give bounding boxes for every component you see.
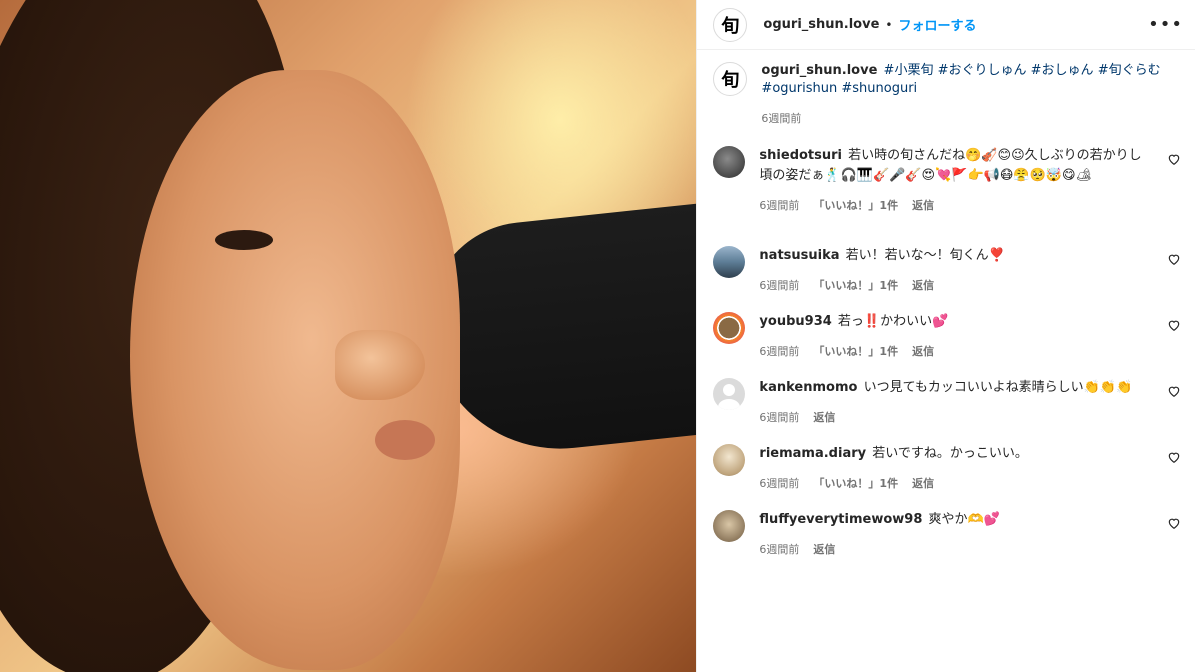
reply-button[interactable]: 返信 <box>813 408 835 428</box>
comment-body: fluffyeverytimewow98 爽やか🫶💕 6週間前 返信 <box>759 510 1147 560</box>
avatar[interactable] <box>713 146 746 178</box>
comment-time: 6週間前 <box>759 477 800 490</box>
hashtag[interactable]: #旬ぐらむ <box>1098 63 1161 78</box>
comment-text: 若いですね。かっこいい。 <box>872 446 1028 461</box>
like-heart-icon[interactable] <box>1167 152 1181 166</box>
default-avatar-icon <box>718 384 741 410</box>
comment-time: 6週間前 <box>759 543 800 556</box>
comment-meta: 6週間前 返信 <box>759 408 1147 428</box>
comment-text: いつ見てもカッコいいよね素晴らしい👏👏👏 <box>863 380 1133 395</box>
avatar[interactable] <box>713 378 746 410</box>
avatar[interactable] <box>713 246 746 278</box>
like-heart-icon[interactable] <box>1167 252 1181 266</box>
hashtag[interactable]: #ogurishun <box>761 81 837 96</box>
comment-body: youbu934 若っ‼️かわいい💕 6週間前 「いいね！」1件 返信 <box>759 312 1147 362</box>
comment-username[interactable]: riemama.diary <box>759 446 866 461</box>
avatar-char: 旬 <box>721 70 740 91</box>
hashtag[interactable]: #小栗旬 <box>884 63 934 78</box>
account-avatar[interactable]: 旬 <box>713 7 748 42</box>
photo-lip <box>375 420 435 460</box>
post-photo[interactable] <box>0 0 697 672</box>
avatar-char: 旬 <box>721 15 740 37</box>
reply-button[interactable]: 返信 <box>912 276 934 296</box>
comment-time: 6週間前 <box>759 411 800 424</box>
photo-arm <box>418 198 697 462</box>
comment-time: 6週間前 <box>759 199 800 212</box>
comment-item: kankenmomo いつ見てもカッコいいよね素晴らしい👏👏👏 6週間前 返信 <box>713 378 1183 428</box>
header-username[interactable]: oguri_shun.love <box>763 17 879 32</box>
hashtag[interactable]: #おぐりしゅん <box>938 63 1027 78</box>
hashtag[interactable]: #shunoguri <box>841 81 917 96</box>
comments-list[interactable]: 旬 oguri_shun.love #小栗旬 #おぐりしゅん #おしゅん #旬ぐ… <box>697 50 1195 672</box>
comment-body: riemama.diary 若いですね。かっこいい。 6週間前 「いいね！」1件… <box>759 444 1147 494</box>
hashtag[interactable]: #おしゅん <box>1031 63 1094 78</box>
comment-username[interactable]: kankenmomo <box>759 380 857 395</box>
caption-time: 6週間前 <box>761 112 802 125</box>
comment-body: kankenmomo いつ見てもカッコいいよね素晴らしい👏👏👏 6週間前 返信 <box>759 378 1147 428</box>
reply-button[interactable]: 返信 <box>813 540 835 560</box>
post-caption: 旬 oguri_shun.love #小栗旬 #おぐりしゅん #おしゅん #旬ぐ… <box>713 62 1165 128</box>
comment-body: natsusuika 若い！若いな〜！旬くん❣️ 6週間前 「いいね！」1件 返… <box>759 246 1147 296</box>
photo-eye <box>215 230 273 250</box>
comment-time: 6週間前 <box>759 345 800 358</box>
caption-body: oguri_shun.love #小栗旬 #おぐりしゅん #おしゅん #旬ぐらむ… <box>761 62 1165 128</box>
comment-likes[interactable]: 「いいね！」1件 <box>813 276 898 296</box>
comment-likes[interactable]: 「いいね！」1件 <box>813 196 898 216</box>
avatar[interactable] <box>713 444 746 476</box>
like-heart-icon[interactable] <box>1167 318 1181 332</box>
comment-item: natsusuika 若い！若いな〜！旬くん❣️ 6週間前 「いいね！」1件 返… <box>713 246 1183 296</box>
comment-time: 6週間前 <box>759 279 800 292</box>
avatar[interactable] <box>713 312 746 344</box>
comment-username[interactable]: shiedotsuri <box>759 148 842 163</box>
comment-body: shiedotsuri 若い時の旬さんだね🤭🎻😊😉久しぶりの若かりし頃の姿だぁ🕺… <box>759 146 1147 216</box>
comment-item: youbu934 若っ‼️かわいい💕 6週間前 「いいね！」1件 返信 <box>713 312 1183 362</box>
comment-text: 若っ‼️かわいい💕 <box>837 314 949 329</box>
comment-meta: 6週間前 「いいね！」1件 返信 <box>759 342 1147 362</box>
comment-meta: 6週間前 「いいね！」1件 返信 <box>759 276 1147 296</box>
like-heart-icon[interactable] <box>1167 384 1181 398</box>
comment-username[interactable]: youbu934 <box>759 314 831 329</box>
comment-item: shiedotsuri 若い時の旬さんだね🤭🎻😊😉久しぶりの若かりし頃の姿だぁ🕺… <box>713 146 1183 216</box>
comment-username[interactable]: natsusuika <box>759 248 839 263</box>
comment-meta: 6週間前 返信 <box>759 540 1147 560</box>
caption-avatar[interactable]: 旬 <box>713 62 748 96</box>
comment-likes[interactable]: 「いいね！」1件 <box>813 342 898 362</box>
photo-nose <box>335 330 425 400</box>
reply-button[interactable]: 返信 <box>912 342 934 362</box>
separator-dot: • <box>885 17 893 32</box>
comment-text: 若い！若いな〜！旬くん❣️ <box>845 248 1005 263</box>
post-header: 旬 oguri_shun.love • フォローする ••• <box>697 0 1195 50</box>
reply-button[interactable]: 返信 <box>912 196 934 216</box>
more-options-icon[interactable]: ••• <box>1148 14 1183 35</box>
comment-meta: 6週間前 「いいね！」1件 返信 <box>759 474 1147 494</box>
follow-button[interactable]: フォローする <box>898 15 976 34</box>
comment-text: 爽やか🫶💕 <box>928 512 1000 527</box>
like-heart-icon[interactable] <box>1167 516 1181 530</box>
avatar[interactable] <box>713 510 746 542</box>
comment-item: riemama.diary 若いですね。かっこいい。 6週間前 「いいね！」1件… <box>713 444 1183 494</box>
comment-meta: 6週間前 「いいね！」1件 返信 <box>759 196 1147 216</box>
comment-username[interactable]: fluffyeverytimewow98 <box>759 512 922 527</box>
post-panel: 旬 oguri_shun.love • フォローする ••• 旬 oguri_s… <box>696 0 1195 672</box>
like-heart-icon[interactable] <box>1167 450 1181 464</box>
comment-item: fluffyeverytimewow98 爽やか🫶💕 6週間前 返信 <box>713 510 1183 560</box>
comment-likes[interactable]: 「いいね！」1件 <box>813 474 898 494</box>
reply-button[interactable]: 返信 <box>912 474 934 494</box>
caption-username[interactable]: oguri_shun.love <box>761 63 877 78</box>
